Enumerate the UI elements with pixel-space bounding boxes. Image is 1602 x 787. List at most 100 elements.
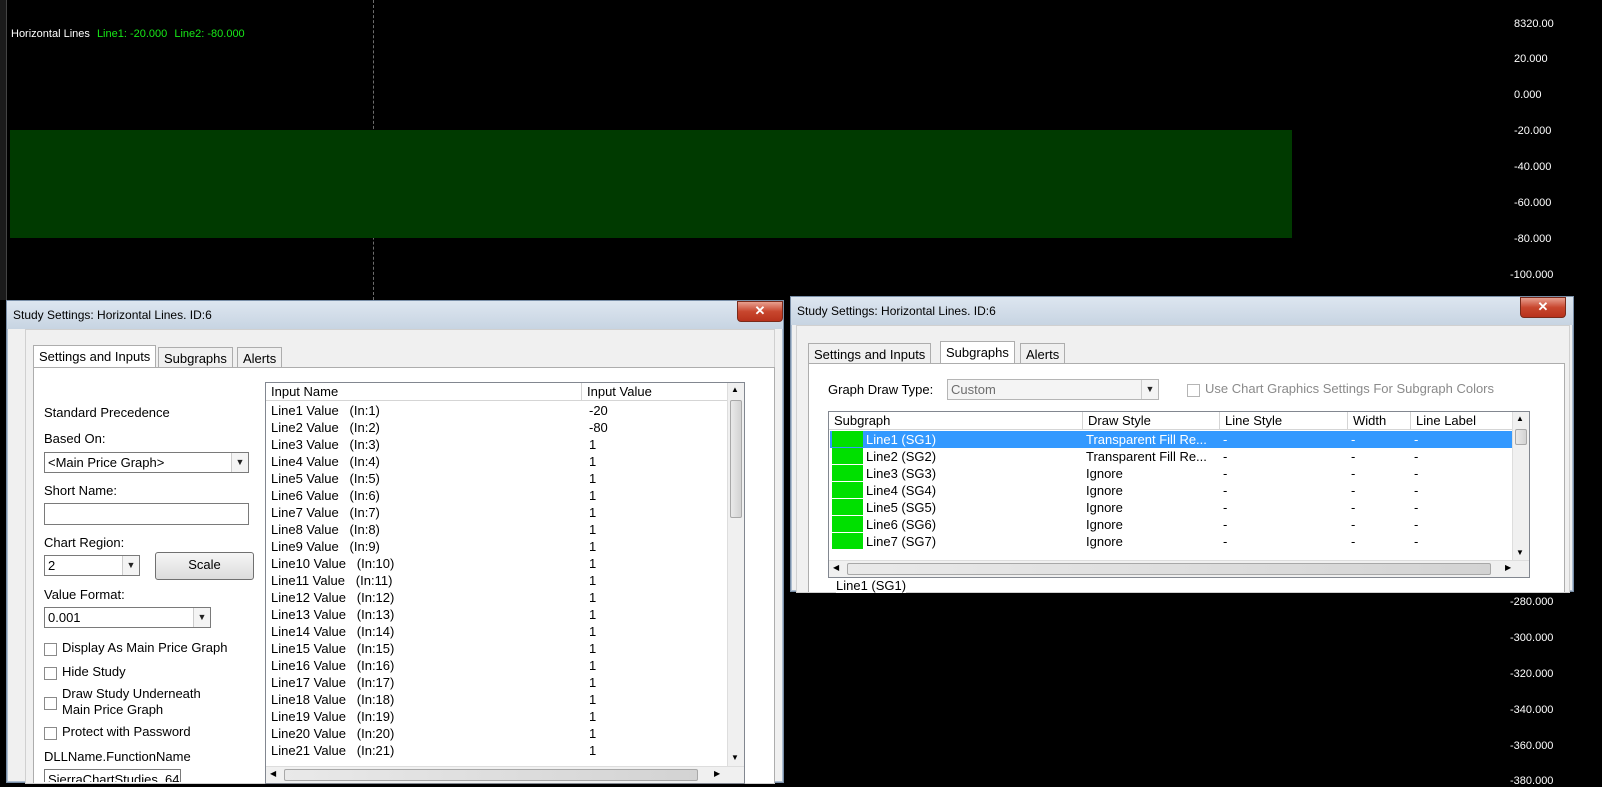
input-value[interactable]: 1 (589, 623, 596, 640)
scroll-thumb[interactable] (284, 769, 698, 781)
column-header-width[interactable]: Width (1348, 412, 1411, 430)
draw-study-underneath-label-2[interactable]: Main Price Graph (62, 702, 163, 717)
scale-button[interactable]: Scale (155, 552, 254, 580)
short-name-input[interactable] (44, 503, 249, 525)
subgraph-row[interactable]: Line5 (SG5) Ignore - - - (830, 499, 1513, 516)
subgraph-color-swatch[interactable] (832, 533, 863, 549)
subgraph-row[interactable]: Line2 (SG2) Transparent Fill Re... - - - (830, 448, 1513, 465)
hide-study-label[interactable]: Hide Study (62, 664, 126, 679)
input-value[interactable]: 1 (589, 504, 596, 521)
dialog-titlebar[interactable]: Study Settings: Horizontal Lines. ID:6 ✕ (791, 297, 1573, 325)
column-header-line-style[interactable]: Line Style (1220, 412, 1348, 430)
close-button[interactable]: ✕ (1520, 297, 1566, 318)
input-row[interactable]: Line20 Value (In:20) 1 (266, 725, 728, 742)
input-row[interactable]: Line15 Value (In:15) 1 (266, 640, 728, 657)
input-row[interactable]: Line12 Value (In:12) 1 (266, 589, 728, 606)
input-value[interactable]: 1 (589, 487, 596, 504)
scroll-thumb[interactable] (847, 563, 1491, 575)
input-row[interactable]: Line5 Value (In:5) 1 (266, 470, 728, 487)
display-as-main-price-graph-checkbox[interactable] (44, 643, 57, 656)
scroll-left-icon[interactable]: ◀ (270, 769, 276, 778)
use-chart-graphics-checkbox[interactable] (1187, 384, 1200, 397)
subgraphs-list[interactable]: Subgraph Draw Style Line Style Width Lin… (828, 411, 1530, 578)
input-value[interactable]: 1 (589, 572, 596, 589)
scroll-up-icon[interactable]: ▲ (1516, 414, 1524, 423)
input-row[interactable]: Line8 Value (In:8) 1 (266, 521, 728, 538)
input-row[interactable]: Line17 Value (In:17) 1 (266, 674, 728, 691)
column-header-draw-style[interactable]: Draw Style (1083, 412, 1220, 430)
subgraph-color-swatch[interactable] (832, 482, 863, 498)
input-row[interactable]: Line14 Value (In:14) 1 (266, 623, 728, 640)
subgraph-color-swatch[interactable] (832, 516, 863, 532)
use-chart-graphics-label[interactable]: Use Chart Graphics Settings For Subgraph… (1205, 381, 1494, 396)
value-format-select[interactable]: 0.001 ▼ (44, 607, 211, 628)
input-value[interactable]: 1 (589, 742, 596, 759)
subgraphs-vertical-scrollbar[interactable]: ▲ ▼ (1512, 412, 1529, 561)
hide-study-checkbox[interactable] (44, 667, 57, 680)
draw-study-underneath-checkbox[interactable] (44, 697, 57, 710)
display-as-main-price-graph-label[interactable]: Display As Main Price Graph (62, 640, 227, 655)
input-row[interactable]: Line19 Value (In:19) 1 (266, 708, 728, 725)
subgraph-row[interactable]: Line4 (SG4) Ignore - - - (830, 482, 1513, 499)
subgraphs-horizontal-scrollbar[interactable]: ◀ ▶ (829, 560, 1529, 577)
input-row[interactable]: Line11 Value (In:11) 1 (266, 572, 728, 589)
protect-with-password-checkbox[interactable] (44, 727, 57, 740)
input-row[interactable]: Line7 Value (In:7) 1 (266, 504, 728, 521)
input-row[interactable]: Line21 Value (In:21) 1 (266, 742, 728, 759)
input-value[interactable]: 1 (589, 436, 596, 453)
input-value[interactable]: 1 (589, 521, 596, 538)
protect-with-password-label[interactable]: Protect with Password (62, 724, 191, 739)
draw-study-underneath-label[interactable]: Draw Study Underneath (62, 686, 201, 701)
input-value[interactable]: -20 (589, 402, 608, 419)
based-on-select[interactable]: <Main Price Graph> ▼ (44, 452, 249, 473)
input-row[interactable]: Line2 Value (In:2) -80 (266, 419, 728, 436)
scroll-thumb[interactable] (1515, 429, 1527, 445)
dialog-titlebar[interactable]: Study Settings: Horizontal Lines. ID:6 ✕ (7, 301, 783, 329)
input-row[interactable]: Line16 Value (In:16) 1 (266, 657, 728, 674)
input-row[interactable]: Line1 Value (In:1) -20 (266, 402, 728, 419)
close-button[interactable]: ✕ (737, 301, 783, 322)
input-value[interactable]: -80 (589, 419, 608, 436)
chart-region-select[interactable]: 2 ▼ (44, 555, 140, 576)
input-value[interactable]: 1 (589, 606, 596, 623)
input-value[interactable]: 1 (589, 538, 596, 555)
inputs-vertical-scrollbar[interactable]: ▲ ▼ (727, 383, 744, 767)
input-value[interactable]: 1 (589, 640, 596, 657)
input-value[interactable]: 1 (589, 555, 596, 572)
input-value[interactable]: 1 (589, 725, 596, 742)
subgraph-row[interactable]: Line1 (SG1) Transparent Fill Re... - - - (830, 431, 1513, 448)
input-value[interactable]: 1 (589, 674, 596, 691)
scroll-right-icon[interactable]: ▶ (714, 769, 720, 778)
subgraph-color-swatch[interactable] (832, 465, 863, 481)
column-header-subgraph[interactable]: Subgraph (829, 412, 1083, 430)
input-row[interactable]: Line13 Value (In:13) 1 (266, 606, 728, 623)
input-row[interactable]: Line9 Value (In:9) 1 (266, 538, 728, 555)
subgraph-color-swatch[interactable] (832, 431, 863, 447)
dll-function-name-input[interactable]: SierraChartStudies_64 (44, 769, 181, 782)
input-value[interactable]: 1 (589, 691, 596, 708)
column-header-input-value[interactable]: Input Value (582, 383, 728, 401)
inputs-list[interactable]: Input Name Input Value Line1 Value (In:1… (265, 382, 745, 784)
input-row[interactable]: Line4 Value (In:4) 1 (266, 453, 728, 470)
subgraph-color-swatch[interactable] (832, 448, 863, 464)
subgraph-row[interactable]: Line6 (SG6) Ignore - - - (830, 516, 1513, 533)
input-value[interactable]: 1 (589, 657, 596, 674)
input-value[interactable]: 1 (589, 470, 596, 487)
graph-draw-type-select[interactable]: Custom ▼ (947, 379, 1159, 400)
scroll-down-icon[interactable]: ▼ (731, 753, 739, 762)
subgraph-row[interactable]: Line7 (SG7) Ignore - - - (830, 533, 1513, 550)
subgraph-row[interactable]: Line3 (SG3) Ignore - - - (830, 465, 1513, 482)
column-header-input-name[interactable]: Input Name (266, 383, 582, 401)
input-value[interactable]: 1 (589, 708, 596, 725)
scroll-left-icon[interactable]: ◀ (833, 563, 839, 572)
scroll-thumb[interactable] (730, 400, 742, 518)
scroll-up-icon[interactable]: ▲ (731, 385, 739, 394)
input-row[interactable]: Line10 Value (In:10) 1 (266, 555, 728, 572)
scroll-right-icon[interactable]: ▶ (1505, 563, 1511, 572)
standard-precedence-label[interactable]: Standard Precedence (44, 405, 170, 420)
input-row[interactable]: Line18 Value (In:18) 1 (266, 691, 728, 708)
input-value[interactable]: 1 (589, 589, 596, 606)
column-header-line-label[interactable]: Line Label (1411, 412, 1513, 430)
input-row[interactable]: Line6 Value (In:6) 1 (266, 487, 728, 504)
scroll-down-icon[interactable]: ▼ (1516, 548, 1524, 557)
